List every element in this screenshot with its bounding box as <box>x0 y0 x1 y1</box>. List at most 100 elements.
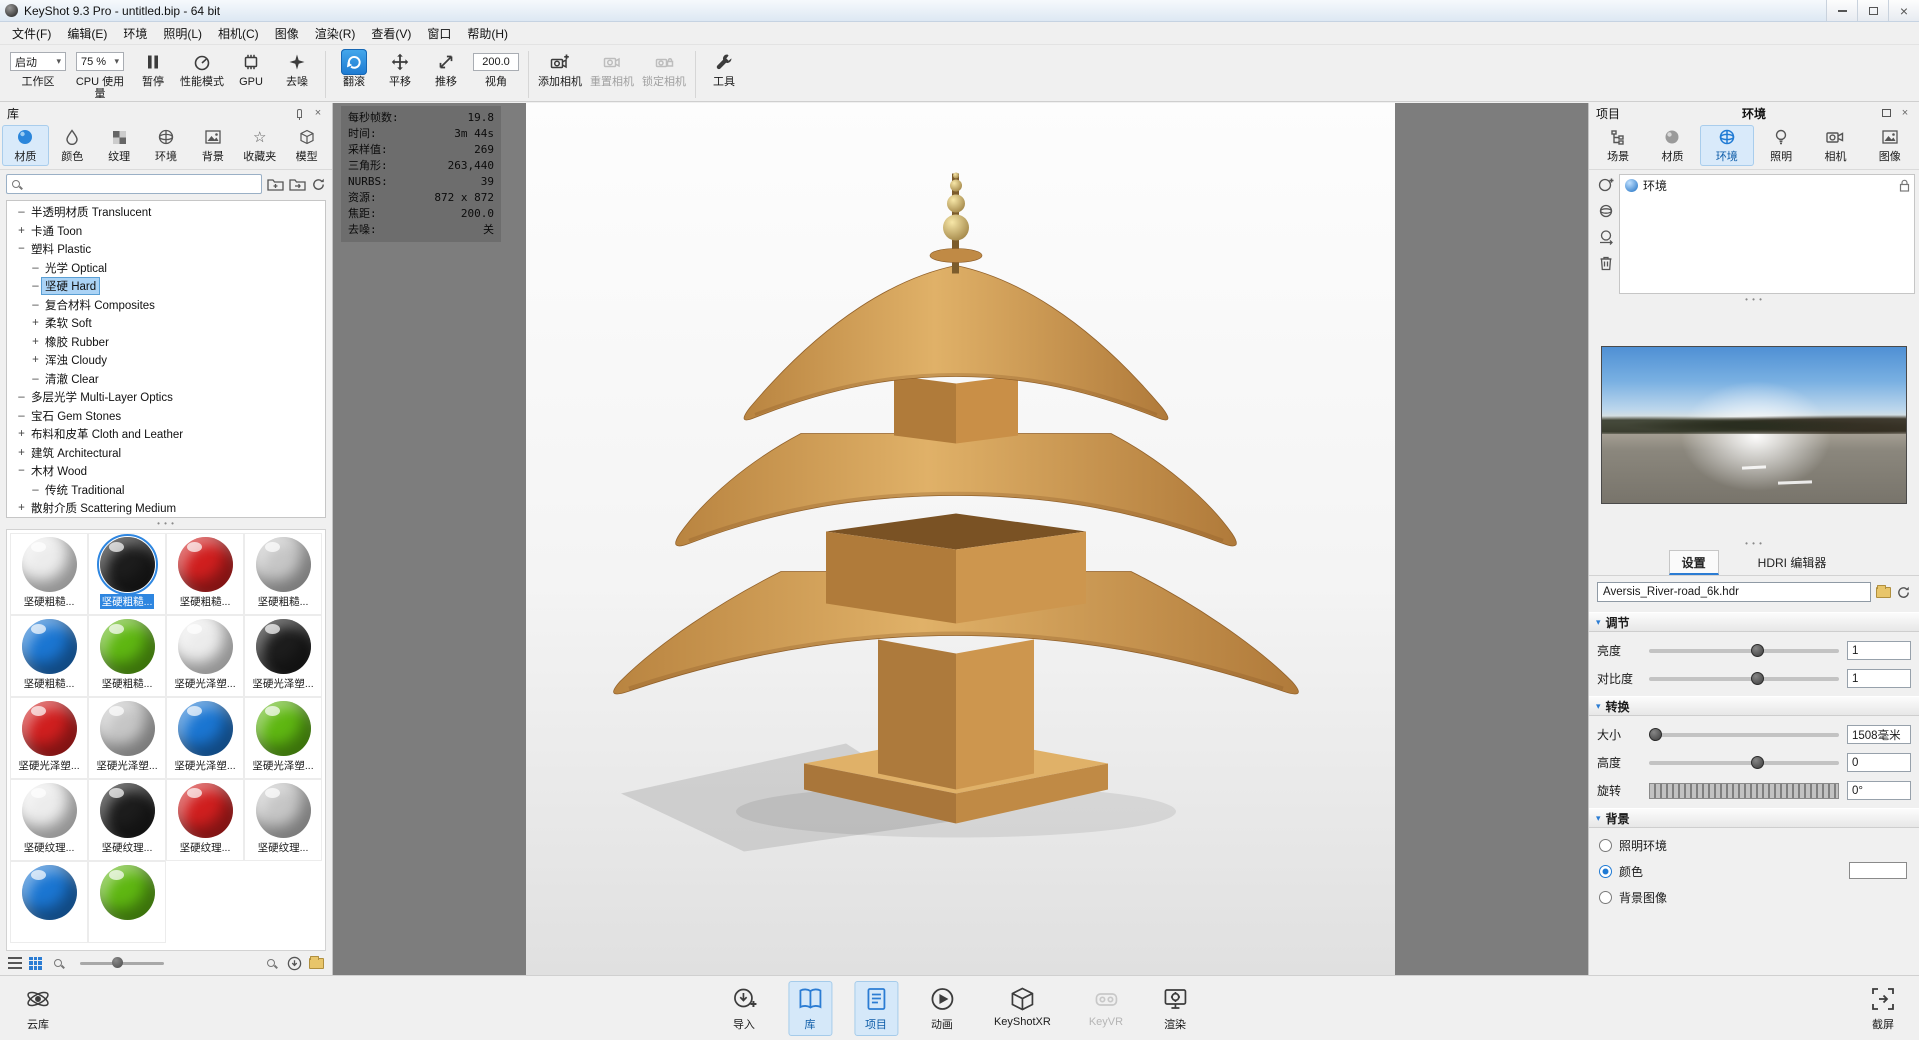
material-thumb[interactable]: 坚硬纹理... <box>244 779 322 861</box>
tab-hdri-editor[interactable]: HDRI 编辑器 <box>1745 550 1840 575</box>
height-value[interactable]: 0 <box>1847 753 1911 772</box>
library-tab-materials[interactable]: 材质 <box>2 125 49 166</box>
cpu-usage-dropdown[interactable]: 75 % ▾ <box>76 52 124 71</box>
render-button[interactable]: 渲染 <box>1153 981 1197 1036</box>
cloud-library-button[interactable]: 云库 <box>16 981 60 1036</box>
background-option-image[interactable]: 背景图像 <box>1599 889 1909 906</box>
material-thumb[interactable]: 坚硬粗糙... <box>10 615 88 697</box>
dolly-button[interactable]: 推移 <box>427 48 465 101</box>
maximize-button[interactable] <box>1857 0 1888 21</box>
sync-folder-icon[interactable] <box>289 177 306 191</box>
menu-edit[interactable]: 编辑(E) <box>59 23 115 44</box>
menu-help[interactable]: 帮助(H) <box>459 23 516 44</box>
material-thumb[interactable]: 坚硬光泽塑... <box>10 697 88 779</box>
menu-camera[interactable]: 相机(C) <box>210 23 267 44</box>
minimize-button[interactable] <box>1826 0 1857 21</box>
section-adjust[interactable]: ▾ 调节 <box>1589 612 1919 632</box>
project-tab-image[interactable]: 图像 <box>1863 125 1917 166</box>
menu-image[interactable]: 图像 <box>267 23 307 44</box>
section-background[interactable]: ▾ 背景 <box>1589 808 1919 828</box>
brightness-slider[interactable] <box>1649 643 1839 657</box>
material-thumb[interactable]: 坚硬光泽塑... <box>88 697 166 779</box>
library-tab-backplates[interactable]: 背景 <box>189 125 236 166</box>
menu-environment[interactable]: 环境 <box>115 23 155 44</box>
animation-button[interactable]: 动画 <box>920 981 964 1036</box>
gpu-button[interactable]: GPU <box>232 48 270 101</box>
hdr-file-field[interactable]: Aversis_River-road_6k.hdr <box>1597 582 1871 602</box>
material-thumb[interactable]: 坚硬纹理... <box>88 779 166 861</box>
tree-item[interactable]: + 散射介质 Scattering Medium <box>7 499 325 517</box>
tree-item[interactable]: – 宝石 Gem Stones <box>7 407 325 426</box>
panel-splitter[interactable] <box>1589 538 1919 548</box>
panel-splitter[interactable] <box>1589 294 1919 304</box>
background-color-swatch[interactable] <box>1849 862 1907 879</box>
slider-knob[interactable] <box>1751 671 1765 685</box>
keyvr-button[interactable]: KeyVR <box>1081 981 1131 1036</box>
tree-item[interactable]: − 木材 Wood <box>7 462 325 481</box>
library-tab-environments[interactable]: 环境 <box>143 125 190 166</box>
material-thumb[interactable]: 坚硬粗糙... <box>88 615 166 697</box>
project-button[interactable]: 项目 <box>853 981 898 1036</box>
environment-list-item[interactable]: 环境 <box>1620 175 1914 195</box>
close-icon[interactable]: × <box>1898 106 1912 120</box>
denoise-button[interactable]: 去噪 <box>278 48 316 101</box>
menu-view[interactable]: 查看(V) <box>363 23 419 44</box>
tree-item[interactable]: – 半透明材质 Translucent <box>7 203 325 222</box>
import-button[interactable]: 导入 <box>722 981 766 1036</box>
project-tab-camera[interactable]: 相机 <box>1808 125 1862 166</box>
slider-knob[interactable] <box>1648 727 1662 741</box>
tree-item[interactable]: + 橡胶 Rubber <box>7 333 325 352</box>
slider-knob[interactable] <box>1751 755 1765 769</box>
list-view-icon[interactable] <box>8 957 22 969</box>
project-tab-environment[interactable]: 环境 <box>1699 125 1754 166</box>
radio-icon[interactable] <box>1599 839 1612 852</box>
grid-view-icon[interactable] <box>29 956 42 970</box>
material-thumb[interactable]: 坚硬光泽塑... <box>244 697 322 779</box>
material-thumb[interactable]: 坚硬粗糙... <box>244 533 322 615</box>
project-tab-scene[interactable]: 场景 <box>1591 125 1645 166</box>
tree-item[interactable]: + 柔软 Soft <box>7 314 325 333</box>
material-thumb[interactable] <box>10 861 88 943</box>
library-tab-colors[interactable]: 颜色 <box>49 125 96 166</box>
tree-item[interactable]: + 卡通 Toon <box>7 222 325 241</box>
slider-knob[interactable] <box>111 956 123 968</box>
tools-button[interactable]: 工具 <box>705 48 743 101</box>
material-thumb[interactable]: 坚硬光泽塑... <box>166 615 244 697</box>
thumbnail-size-slider[interactable] <box>80 956 164 968</box>
tumble-button[interactable]: 翻滚 <box>335 48 373 101</box>
background-option-color[interactable]: 颜色 <box>1599 862 1909 880</box>
section-transform[interactable]: ▾ 转换 <box>1589 696 1919 716</box>
library-tab-textures[interactable]: 纹理 <box>96 125 143 166</box>
material-thumb[interactable]: 坚硬粗糙... <box>166 533 244 615</box>
unwrap-environment-icon[interactable] <box>1598 229 1614 245</box>
open-folder-icon[interactable] <box>1876 584 1891 598</box>
tree-item[interactable]: – 光学 Optical <box>7 259 325 278</box>
slider-knob[interactable] <box>1751 643 1765 657</box>
pan-button[interactable]: 平移 <box>381 48 419 101</box>
pause-button[interactable]: 暂停 <box>134 48 172 101</box>
rotation-value[interactable]: 0° <box>1847 781 1911 800</box>
pin-icon[interactable] <box>292 106 306 120</box>
material-thumb[interactable]: 坚硬粗糙... <box>10 533 88 615</box>
library-button[interactable]: 库 <box>787 981 832 1036</box>
material-thumb-selected[interactable]: 坚硬粗糙... <box>88 533 166 615</box>
workspace-dropdown[interactable]: 启动 ▾ <box>10 52 66 71</box>
menu-lighting[interactable]: 照明(L) <box>155 23 210 44</box>
background-option-lighting[interactable]: 照明环境 <box>1599 837 1909 854</box>
screenshot-button[interactable]: 截屏 <box>1861 981 1905 1036</box>
folder-icon[interactable] <box>309 955 324 969</box>
delete-icon[interactable] <box>1599 255 1613 271</box>
refresh-icon[interactable] <box>1896 585 1911 600</box>
library-tab-models[interactable]: 模型 <box>283 125 330 166</box>
brightness-value[interactable]: 1 <box>1847 641 1911 660</box>
project-tab-lighting[interactable]: 照明 <box>1754 125 1808 166</box>
material-thumb[interactable]: 坚硬纹理... <box>10 779 88 861</box>
render-viewport[interactable] <box>526 103 1395 975</box>
fov-input[interactable]: 200.0 <box>473 52 519 71</box>
download-material-icon[interactable] <box>287 956 302 971</box>
library-tab-favorites[interactable]: ☆ 收藏夹 <box>236 125 283 166</box>
zoom-out-icon[interactable] <box>54 959 62 967</box>
height-slider[interactable] <box>1649 755 1839 769</box>
tree-item[interactable]: – 传统 Traditional <box>7 481 325 500</box>
radio-icon[interactable] <box>1599 891 1612 904</box>
